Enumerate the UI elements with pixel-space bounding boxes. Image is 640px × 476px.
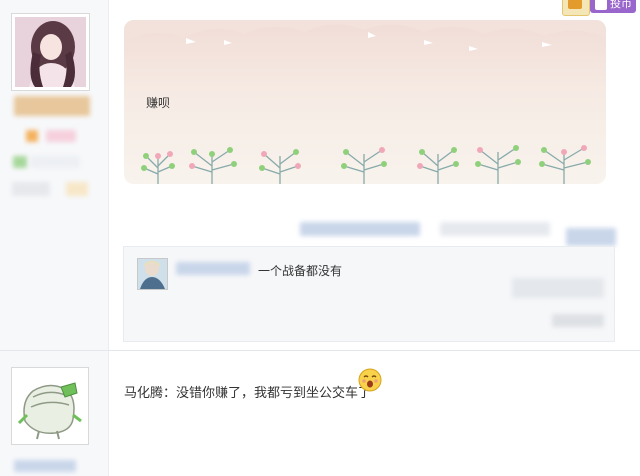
meta-blurred-a: [12, 182, 50, 196]
floor-divider: [0, 350, 640, 351]
post-meta-blurred-a: [300, 222, 420, 236]
post-meta-blurred-c: [566, 228, 616, 246]
tip-label: 投币: [610, 0, 632, 10]
reply-body: 没错你赚了，我都亏到坐公交车了: [176, 386, 372, 401]
post-meta-blurred-b: [440, 222, 550, 236]
status-text-blurred: [30, 156, 80, 168]
level-badge-icon: [562, 0, 590, 16]
small-avatar-icon: [138, 259, 167, 289]
quote-meta-blurred-a: [512, 278, 604, 298]
shy-surprised-emoji-icon: [358, 368, 382, 392]
post-content: 赚呗: [146, 96, 171, 110]
meta-blurred-b: [66, 182, 88, 196]
cartoon-avatar-icon: [15, 371, 85, 441]
username-blurred: [14, 96, 90, 116]
quote-meta-blurred-b: [552, 314, 604, 327]
user-column: [0, 0, 109, 476]
card-background-art: [124, 20, 606, 184]
tip-icon: [595, 0, 607, 10]
user-avatar-top[interactable]: [11, 13, 90, 91]
level-badge-blurred: [26, 130, 38, 142]
quote-avatar[interactable]: [137, 258, 168, 290]
reply-separator: ：: [163, 386, 177, 401]
username-blurred-bottom: [14, 460, 76, 472]
user-avatar-bottom[interactable]: [11, 367, 89, 445]
tip-button[interactable]: 投币: [590, 0, 636, 13]
quote-content: 一个战备都没有: [258, 264, 343, 278]
reply-author: 马化腾: [124, 386, 164, 401]
reply-content: 马化腾：没错你赚了，我都亏到坐公交车了: [124, 382, 371, 401]
post-card: 赚呗: [124, 20, 606, 184]
quote-author-blurred: [176, 262, 250, 275]
girl-avatar-icon: [15, 17, 86, 87]
status-icon-blurred: [13, 156, 27, 168]
rank-badge-blurred: [46, 130, 76, 142]
